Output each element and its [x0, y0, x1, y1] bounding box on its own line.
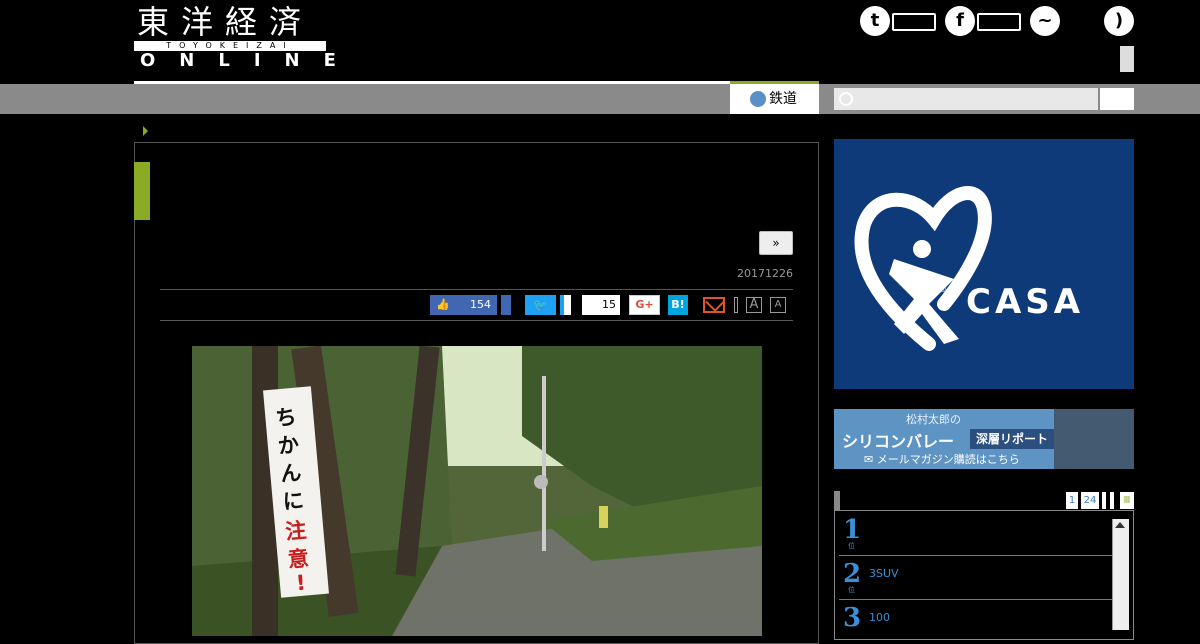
divider-icon — [734, 297, 738, 313]
ranking-tab-24[interactable]: 24 — [1081, 492, 1099, 509]
train-icon — [750, 91, 766, 107]
ranking-item[interactable]: 3 100 — [839, 599, 1115, 643]
ranking-tab-4[interactable] — [1110, 492, 1114, 509]
casa-ad[interactable]: ® CASA — [834, 139, 1134, 389]
casa-heart-logo: ® CASA — [854, 186, 1084, 351]
share-divider-top — [160, 289, 793, 290]
ranking-item[interactable]: 1 位 — [839, 511, 1115, 556]
banner-title: シリコンバレー — [842, 432, 955, 451]
envelope-icon: ✉ — [864, 453, 874, 466]
ranking-accent — [834, 491, 840, 510]
twitter-bird-icon: 🐦 — [533, 298, 548, 312]
banner-subscribe-text: メールマガジン購読はこちら — [876, 453, 1020, 466]
tab-railway-label: 鉄道 — [769, 91, 797, 107]
ranking-tab-5[interactable]: Ⅲ — [1120, 492, 1134, 509]
casa-brand: CASA — [966, 282, 1084, 322]
silicon-valley-newsletter-banner[interactable]: 松村太郎の シリコンバレー 深層リポート ✉ メールマガジン購読はこちら — [834, 409, 1134, 469]
banner-tag: 深層リポート — [970, 429, 1055, 449]
ranking-title: 100 — [869, 611, 890, 624]
twitter-count — [560, 295, 571, 315]
sign-text-4: に — [282, 488, 305, 514]
article-date: 20171226 — [737, 267, 793, 280]
sign-text-3: ん — [279, 461, 302, 487]
banner-subscribe: ✉ メールマガジン購読はこちら — [864, 451, 1020, 467]
twitter-share-button[interactable]: 🐦 — [525, 295, 556, 315]
sign-text-6: 意 — [287, 546, 310, 572]
ranking-suffix: 位 — [848, 542, 855, 550]
ranking-tab-1[interactable]: 1 — [1066, 492, 1078, 509]
twitter-icon[interactable]: t — [860, 6, 890, 36]
mail-icon[interactable] — [703, 297, 725, 313]
facebook-share-button[interactable] — [501, 295, 511, 315]
ranking-scrollbar[interactable] — [1112, 519, 1129, 630]
ranking-tab-3[interactable] — [1102, 492, 1106, 509]
font-large-button[interactable]: A — [746, 297, 762, 313]
facebook-like-button[interactable]: 👍 154 — [430, 295, 497, 315]
sign-text-5: 注 — [284, 518, 307, 544]
like-count: 154 — [470, 298, 491, 311]
share-count-bubble: 15 — [582, 295, 620, 315]
ranking-suffix: 位 — [848, 586, 855, 594]
search-input[interactable] — [834, 88, 1098, 110]
ranking-list: 1 位 2 位 3SUV 3 100 — [834, 510, 1134, 640]
title-accent — [134, 162, 150, 220]
ranking-item[interactable]: 2 位 3SUV — [839, 555, 1115, 600]
google-plus-button[interactable]: G+ — [629, 295, 660, 315]
svg-text:®: ® — [938, 285, 947, 295]
font-small-button[interactable]: A — [770, 297, 786, 313]
messenger-icon[interactable]: ~ — [1030, 6, 1060, 36]
facebook-icon[interactable]: f — [945, 6, 975, 36]
author-photo — [1054, 409, 1134, 469]
ranking-number: 3 — [843, 603, 862, 633]
logo-online: ONLINE — [140, 50, 360, 71]
article-photo: ち か ん に 注 意 ! — [192, 346, 762, 636]
forest-road-illustration: ち か ん に 注 意 ! — [192, 346, 762, 636]
tab-railway[interactable]: 鉄道 — [730, 84, 819, 114]
banner-author: 松村太郎の — [906, 413, 961, 426]
search-button[interactable] — [1100, 88, 1134, 110]
side-tab[interactable] — [1120, 46, 1134, 72]
share-divider-bottom — [160, 320, 793, 321]
search-icon — [839, 92, 853, 106]
share-count: 15 — [602, 298, 616, 311]
hatena-bookmark-button[interactable]: B! — [668, 295, 688, 315]
logo-japanese[interactable]: 東洋経済 — [137, 4, 313, 40]
sign-text-2: か — [277, 433, 300, 459]
rss-icon[interactable]: ) — [1104, 6, 1134, 36]
sign-text-1: ち — [274, 405, 297, 431]
breadcrumb-arrow-icon — [143, 126, 148, 136]
facebook-like-count — [977, 13, 1021, 31]
twitter-follow-count — [892, 13, 936, 31]
more-button[interactable]: » — [759, 231, 793, 255]
thumbs-up-icon: 👍 — [436, 298, 450, 311]
scroll-up-arrow-icon[interactable] — [1115, 522, 1125, 528]
ranking-title: 3SUV — [869, 567, 899, 580]
